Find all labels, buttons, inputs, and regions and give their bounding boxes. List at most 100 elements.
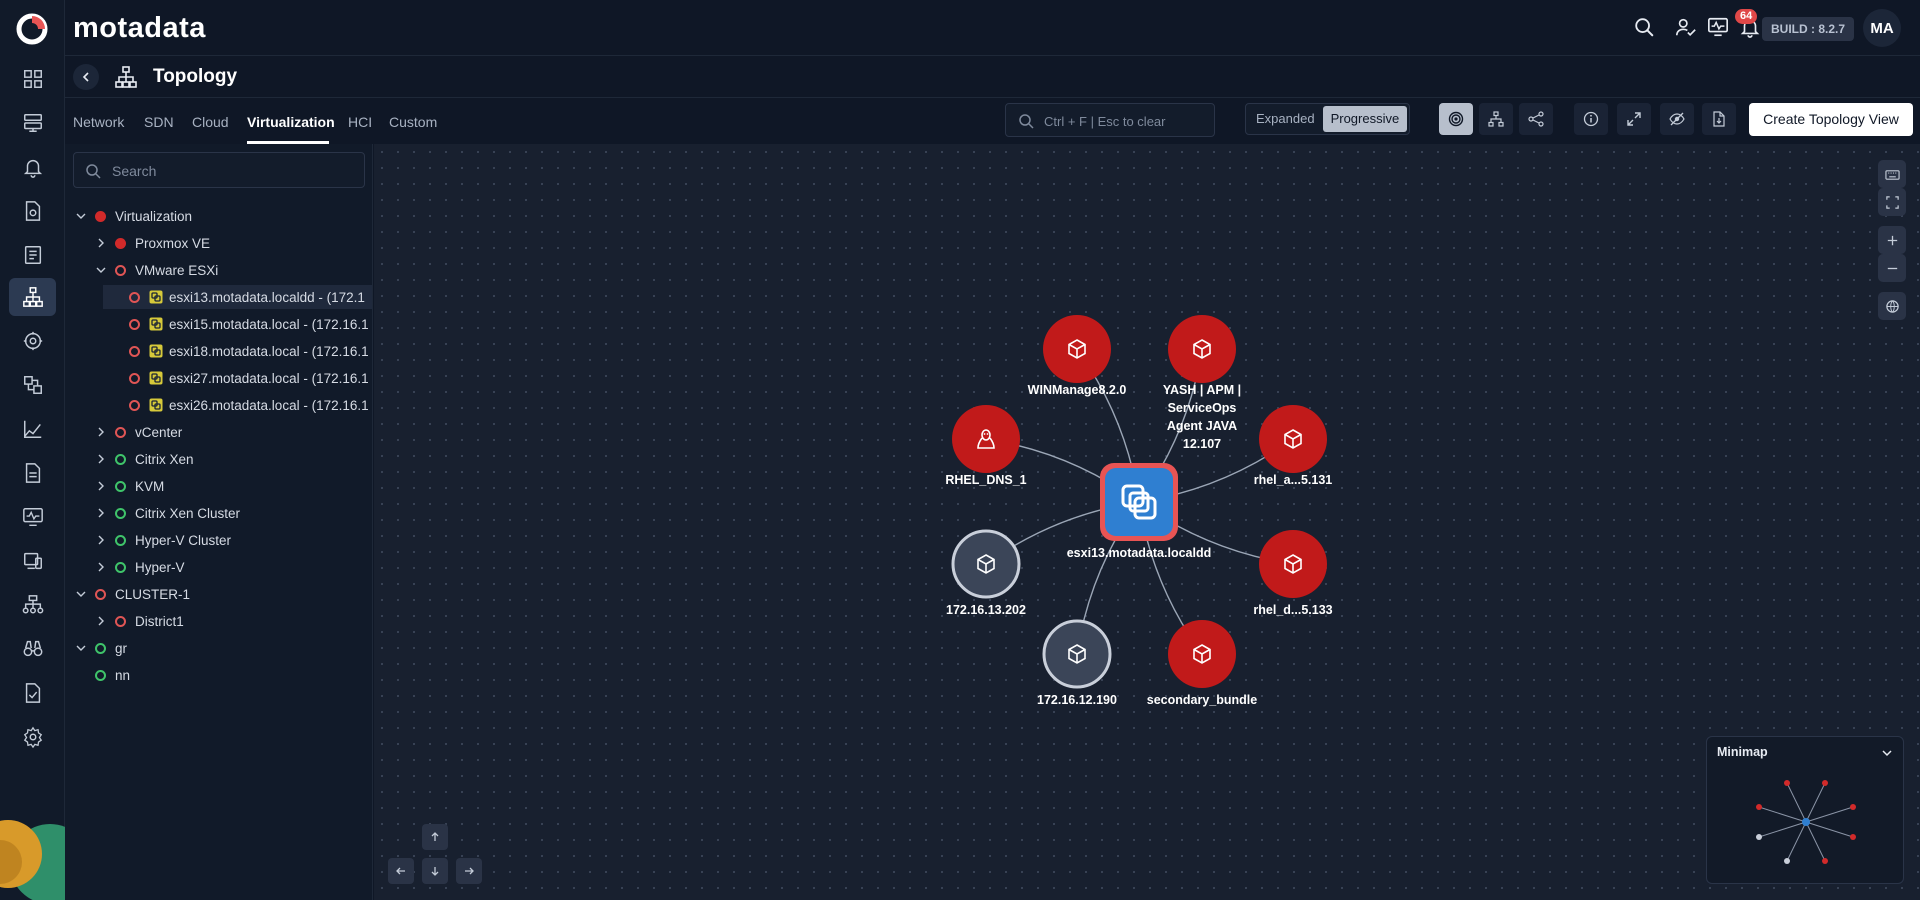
tree-item[interactable]: esxi13.motadata.localdd - (172.1 — [103, 285, 372, 309]
tree-item[interactable]: gr — [65, 636, 372, 660]
rail-item-flow[interactable] — [9, 366, 56, 404]
topology-node[interactable]: WINManage8.2.0 — [1028, 315, 1127, 397]
pan-left-button[interactable] — [388, 858, 414, 884]
tree-item[interactable]: esxi26.motadata.local - (172.16.1 — [65, 393, 372, 417]
hierarchy-layout-button[interactable] — [1479, 103, 1513, 135]
chevron-down-icon[interactable] — [95, 264, 107, 276]
rail-item-settings[interactable] — [9, 718, 56, 756]
tab-virtualization[interactable]: Virtualization — [247, 114, 335, 130]
topology-node[interactable]: 172.16.12.190 — [1037, 619, 1117, 707]
topology-graph[interactable]: WINManage8.2.0 YASH | APM | ServiceOps Agen… — [374, 144, 1920, 900]
rail-item-monitor[interactable] — [9, 104, 56, 142]
center-view-button[interactable] — [1878, 292, 1906, 320]
topology-search-input[interactable] — [1044, 111, 1204, 131]
topology-node[interactable]: rhel_d...5.133 — [1253, 530, 1333, 617]
chevron-down-icon[interactable] — [1881, 747, 1893, 759]
chevron-down-icon[interactable] — [75, 642, 87, 654]
center-node[interactable]: esxi13.motadata.localdd — [1067, 463, 1212, 560]
keyboard-shortcuts-button[interactable] — [1878, 160, 1906, 188]
zoom-in-button[interactable] — [1878, 226, 1906, 254]
topology-node[interactable]: RHEL_DNS_1 — [945, 405, 1027, 487]
tab-hci[interactable]: HCI — [348, 114, 372, 130]
rail-item-log[interactable] — [9, 192, 56, 230]
tab-sdn[interactable]: SDN — [144, 114, 174, 130]
fullscreen-button[interactable] — [1617, 103, 1651, 135]
info-button[interactable] — [1574, 103, 1608, 135]
status-indicator — [129, 372, 140, 384]
chevron-right-icon[interactable] — [95, 237, 107, 249]
report-icon — [25, 463, 40, 483]
rail-item-screen[interactable] — [9, 498, 56, 536]
chevron-right-icon[interactable] — [95, 426, 107, 438]
chevron-right-icon[interactable] — [95, 480, 107, 492]
export-pdf-button[interactable] — [1702, 103, 1736, 135]
rail-item-apm[interactable] — [9, 322, 56, 360]
chevron-right-icon[interactable] — [95, 561, 107, 573]
monitor-activity-icon[interactable] — [1705, 14, 1731, 40]
brand-name[interactable]: motadata — [73, 12, 206, 45]
tree-item[interactable]: esxi27.motadata.local - (172.16.1 — [65, 366, 372, 390]
tree-item[interactable]: Citrix Xen Cluster — [65, 501, 372, 525]
node-label: 172.16.13.202 — [946, 603, 1026, 617]
tree-item-label: vCenter — [135, 424, 183, 440]
chevron-right-icon[interactable] — [95, 534, 107, 546]
radial-layout-button[interactable] — [1439, 103, 1473, 135]
topology-node[interactable]: secondary_bundle — [1147, 620, 1257, 707]
rail-item-device[interactable] — [9, 542, 56, 580]
tree-item[interactable]: esxi15.motadata.local - (172.16.1 — [65, 312, 372, 336]
rail-item-dashboard[interactable] — [9, 60, 56, 98]
create-topology-view-button[interactable]: Create Topology View — [1749, 103, 1913, 136]
tab-network[interactable]: Network — [73, 114, 124, 130]
tree-item[interactable]: KVM — [65, 474, 372, 498]
progressive-mode-button[interactable]: Progressive — [1322, 106, 1408, 132]
zoom-out-button[interactable] — [1878, 254, 1906, 282]
refresh-layout-button[interactable] — [1660, 103, 1694, 135]
chevron-down-icon[interactable] — [75, 588, 87, 600]
rail-item-report[interactable] — [9, 454, 56, 492]
expanded-mode-button[interactable]: Expanded — [1248, 106, 1323, 132]
back-button[interactable] — [73, 64, 99, 90]
rail-item-trend[interactable] — [9, 410, 56, 448]
tree-item[interactable]: Hyper-V — [65, 555, 372, 579]
minimap-panel[interactable]: Minimap — [1706, 736, 1904, 884]
chevron-right-icon[interactable] — [95, 453, 107, 465]
tree-item[interactable]: VMware ESXi — [65, 258, 372, 282]
rail-item-alert-bell[interactable] — [9, 148, 56, 186]
tree-item[interactable]: Virtualization — [65, 204, 372, 228]
tree-item[interactable]: Hyper-V Cluster — [65, 528, 372, 552]
rail-item-metric-explorer[interactable] — [9, 236, 56, 274]
arrow-left-icon — [396, 867, 405, 875]
user-check-icon[interactable] — [1673, 14, 1699, 40]
tab-custom[interactable]: Custom — [389, 114, 437, 130]
pan-up-button[interactable] — [422, 824, 448, 850]
user-avatar[interactable]: MA — [1863, 9, 1901, 47]
tree-item[interactable]: Proxmox VE — [65, 231, 372, 255]
chevron-right-icon[interactable] — [95, 615, 107, 627]
pan-down-button[interactable] — [422, 858, 448, 884]
chevron-right-icon[interactable] — [95, 507, 107, 519]
topology-node[interactable]: rhel_a...5.131 — [1254, 405, 1333, 487]
minimap-node — [1822, 858, 1828, 864]
tree-item[interactable]: District1 — [65, 609, 372, 633]
topology-canvas[interactable]: WINManage8.2.0 YASH | APM | ServiceOps Agen… — [374, 144, 1920, 900]
rail-item-binoculars[interactable] — [9, 630, 56, 668]
tree-item[interactable]: vCenter — [65, 420, 372, 444]
motadata-logo-icon[interactable] — [15, 12, 49, 46]
search-icon[interactable] — [1631, 14, 1657, 40]
tree-search-input[interactable] — [112, 161, 352, 181]
topology-node[interactable]: 172.16.13.202 — [946, 529, 1026, 617]
fit-view-button[interactable] — [1878, 188, 1906, 216]
pan-right-button[interactable] — [456, 858, 482, 884]
chevron-down-icon[interactable] — [75, 210, 87, 222]
rail-item-topology[interactable] — [9, 278, 56, 316]
tree-item[interactable]: CLUSTER-1 — [65, 582, 372, 606]
tab-cloud[interactable]: Cloud — [192, 114, 229, 130]
rail-item-compliance[interactable] — [9, 674, 56, 712]
tree-item[interactable]: nn — [65, 663, 372, 687]
tree-item-label: Hyper-V Cluster — [135, 532, 232, 548]
rail-item-hierarchy[interactable] — [9, 586, 56, 624]
tree-item[interactable]: esxi18.motadata.local - (172.16.1 — [65, 339, 372, 363]
topology-node[interactable]: YASH | APM | ServiceOps Agent JAVA 12.107 — [1163, 315, 1241, 451]
force-layout-button[interactable] — [1519, 103, 1553, 135]
tree-item[interactable]: Citrix Xen — [65, 447, 372, 471]
